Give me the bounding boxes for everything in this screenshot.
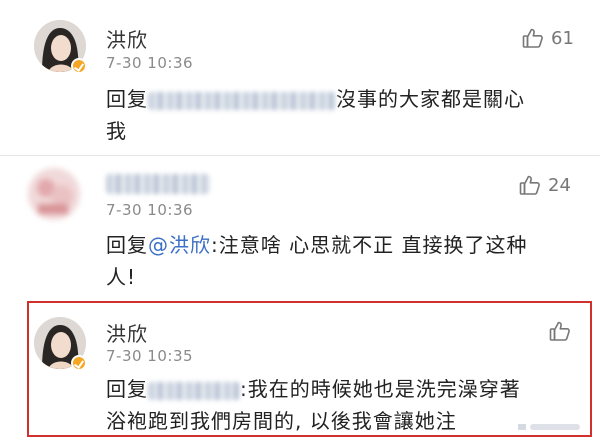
comment-body: :我在的時候她也是洗完澡穿著 — [240, 377, 521, 401]
comment-author[interactable]: 洪欣 — [106, 24, 148, 53]
comment-body: :注意啥 心思就不正 直接换了这种 — [211, 233, 528, 257]
comment-item: 洪欣 7-30 10:36 61 回复 沒事的大家都是關心 我 — [0, 0, 600, 150]
reply-prefix: 回复 — [106, 233, 148, 257]
comment-author[interactable]: 洪欣 — [106, 318, 148, 347]
comment-time: 7-30 10:35 — [106, 347, 194, 365]
thumbs-up-icon — [549, 321, 570, 341]
redacted-author-name — [106, 174, 210, 194]
comment-text: 回复 沒事的大家都是關心 我 — [106, 83, 576, 147]
reply-prefix: 回复 — [106, 377, 148, 401]
thumbs-up-icon — [522, 28, 543, 48]
watermark-mark — [518, 424, 580, 430]
like-count: 61 — [551, 27, 574, 49]
redacted-username — [148, 381, 240, 400]
avatar-image — [28, 168, 80, 220]
comment-time: 7-30 10:36 — [106, 54, 194, 72]
like-button[interactable] — [548, 319, 578, 343]
avatar[interactable] — [28, 168, 80, 220]
mention-link[interactable]: @洪欣 — [148, 233, 211, 257]
like-button[interactable]: 24 — [518, 173, 571, 197]
comment-text: 回复 :我在的時候她也是洗完澡穿著 浴袍跑到我們房間的, 以後我會讓她注 — [106, 373, 576, 437]
redacted-username — [148, 91, 336, 110]
thumbs-up-icon — [519, 175, 540, 195]
comment-time: 7-30 10:36 — [106, 201, 194, 219]
comment-body-cont: 浴袍跑到我們房間的, 以後我會讓她注 — [106, 409, 457, 433]
like-button[interactable]: 61 — [521, 26, 574, 50]
watermark — [518, 421, 582, 436]
comment-item: 7-30 10:36 24 回复@洪欣:注意啥 心思就不正 直接换了这种 人! — [0, 156, 600, 296]
verified-badge-icon — [71, 58, 87, 74]
reply-prefix: 回复 — [106, 87, 148, 111]
verified-badge-icon — [71, 355, 87, 371]
comment-text: 回复@洪欣:注意啥 心思就不正 直接换了这种 人! — [106, 229, 576, 293]
comment-body-cont: 我 — [106, 119, 127, 143]
comment-item: 洪欣 7-30 10:35 回复 :我在的時候她也是洗完澡穿著 浴袍跑到我們房間的… — [0, 303, 600, 438]
comment-body: 沒事的大家都是關心 — [336, 87, 525, 111]
like-count: 24 — [548, 174, 571, 196]
comment-body-cont: 人! — [106, 265, 137, 289]
